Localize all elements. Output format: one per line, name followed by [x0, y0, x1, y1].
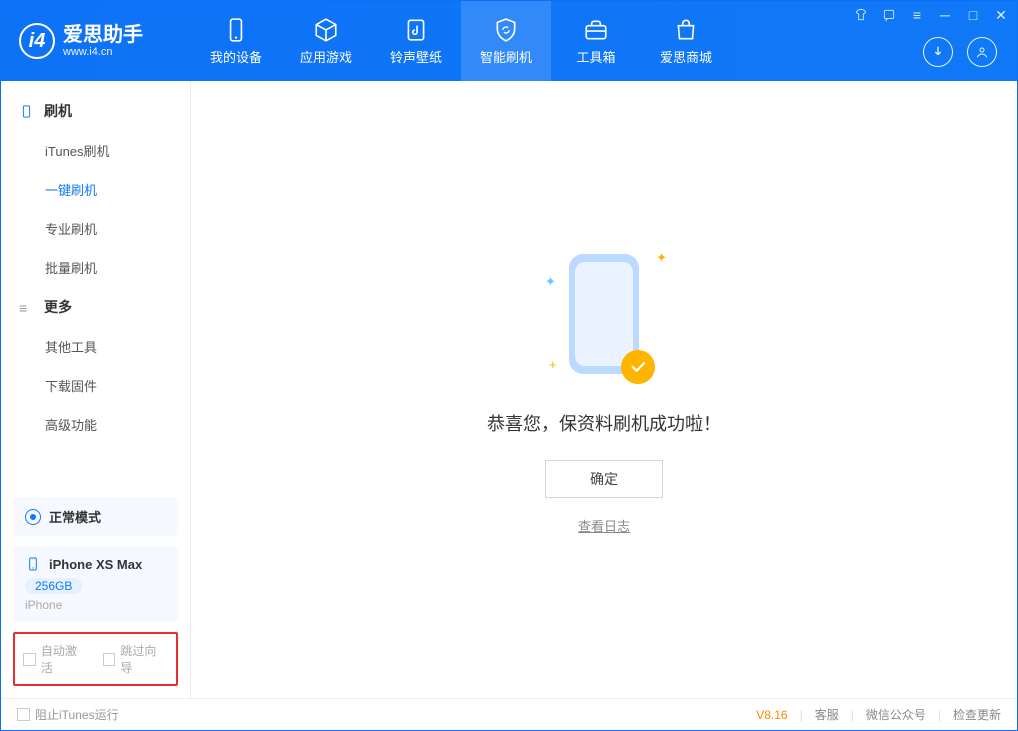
cube-icon: [313, 17, 339, 43]
sidebar: 刷机 iTunes刷机 一键刷机 专业刷机 批量刷机 ≡ 更多 其他工具 下载固…: [1, 81, 191, 698]
checkbox-icon: [103, 653, 116, 666]
toolbox-icon: [583, 17, 609, 43]
nav-apps[interactable]: 应用游戏: [281, 1, 371, 81]
header-right-icons: [923, 37, 997, 67]
success-message: 恭喜您，保资料刷机成功啦！: [487, 410, 721, 436]
sidebar-list: 刷机 iTunes刷机 一键刷机 专业刷机 批量刷机 ≡ 更多 其他工具 下载固…: [1, 81, 190, 487]
nav-ringtones[interactable]: 铃声壁纸: [371, 1, 461, 81]
download-icon: [930, 44, 946, 60]
top-nav: 我的设备 应用游戏 铃声壁纸 智能刷机 工具箱 爱思商城: [191, 1, 731, 81]
sidebar-item-batch-flash[interactable]: 批量刷机: [1, 248, 190, 287]
nav-label: 智能刷机: [480, 47, 532, 66]
maximize-button[interactable]: □: [963, 5, 983, 25]
device-box[interactable]: iPhone XS Max 256GB iPhone: [13, 546, 178, 622]
device-storage: 256GB: [25, 578, 82, 594]
auto-activate-checkbox[interactable]: 自动激活: [23, 642, 89, 676]
minimize-button[interactable]: ─: [935, 5, 955, 25]
app-window: i4 爱思助手 www.i4.cn 我的设备 应用游戏 铃声壁纸 智能刷机: [0, 0, 1018, 731]
sidebar-item-advanced[interactable]: 高级功能: [1, 405, 190, 444]
phone-icon: [223, 17, 249, 43]
logo-text: 爱思助手 www.i4.cn: [63, 24, 143, 58]
confirm-button[interactable]: 确定: [545, 460, 663, 498]
skin-icon[interactable]: [851, 5, 871, 25]
sparkle-icon: +: [549, 357, 557, 372]
sidebar-section-more: ≡ 更多: [1, 287, 190, 327]
mode-box[interactable]: 正常模式: [13, 497, 178, 536]
nav-smart-flash[interactable]: 智能刷机: [461, 1, 551, 81]
section-title: 更多: [44, 297, 72, 317]
profile-button[interactable]: [967, 37, 997, 67]
skip-guide-checkbox[interactable]: 跳过向导: [103, 642, 169, 676]
customer-service-link[interactable]: 客服: [815, 706, 839, 723]
footer: 阻止iTunes运行 V8.16 | 客服 | 微信公众号 | 检查更新: [1, 698, 1017, 730]
phone-small-icon: [25, 556, 41, 572]
nav-toolbox[interactable]: 工具箱: [551, 1, 641, 81]
checkbox-label: 自动激活: [41, 642, 89, 676]
checkbox-label: 阻止iTunes运行: [35, 706, 119, 723]
version-label: V8.16: [756, 708, 787, 722]
titlebar: i4 爱思助手 www.i4.cn 我的设备 应用游戏 铃声壁纸 智能刷机: [1, 1, 1017, 81]
sidebar-bottom: 正常模式 iPhone XS Max 256GB iPhone 自动激活: [1, 487, 190, 698]
sidebar-item-oneclick-flash[interactable]: 一键刷机: [1, 170, 190, 209]
nav-label: 铃声壁纸: [390, 47, 442, 66]
checkbox-label: 跳过向导: [120, 642, 168, 676]
check-badge-icon: [621, 350, 655, 384]
download-button[interactable]: [923, 37, 953, 67]
mode-label: 正常模式: [49, 507, 101, 526]
device-type: iPhone: [25, 598, 166, 612]
sidebar-item-itunes-flash[interactable]: iTunes刷机: [1, 131, 190, 170]
check-update-link[interactable]: 检查更新: [953, 706, 1001, 723]
section-title: 刷机: [44, 101, 72, 121]
sparkle-icon: ✦: [545, 274, 556, 290]
sidebar-item-download-firmware[interactable]: 下载固件: [1, 366, 190, 405]
nav-label: 应用游戏: [300, 47, 352, 66]
wechat-link[interactable]: 微信公众号: [866, 706, 926, 723]
sidebar-item-other-tools[interactable]: 其他工具: [1, 327, 190, 366]
logo: i4 爱思助手 www.i4.cn: [1, 23, 191, 59]
window-controls: ≡ ─ □ ✕: [851, 5, 1011, 25]
checkbox-icon: [17, 708, 30, 721]
menu-icon[interactable]: ≡: [907, 5, 927, 25]
shield-refresh-icon: [493, 17, 519, 43]
music-file-icon: [403, 17, 429, 43]
sidebar-section-flash: 刷机: [1, 91, 190, 131]
block-itunes-checkbox[interactable]: 阻止iTunes运行: [17, 706, 119, 723]
logo-icon: i4: [19, 23, 55, 59]
mode-indicator-icon: [25, 509, 41, 525]
nav-label: 爱思商城: [660, 47, 712, 66]
footer-right: V8.16 | 客服 | 微信公众号 | 检查更新: [756, 706, 1001, 723]
body-area: 刷机 iTunes刷机 一键刷机 专业刷机 批量刷机 ≡ 更多 其他工具 下载固…: [1, 81, 1017, 698]
view-log-link[interactable]: 查看日志: [578, 516, 630, 535]
device-icon: [19, 104, 34, 119]
sidebar-item-pro-flash[interactable]: 专业刷机: [1, 209, 190, 248]
nav-label: 工具箱: [576, 47, 615, 66]
checkbox-icon: [23, 653, 36, 666]
device-name: iPhone XS Max: [49, 557, 142, 572]
bag-icon: [673, 17, 699, 43]
close-button[interactable]: ✕: [991, 5, 1011, 25]
nav-my-device[interactable]: 我的设备: [191, 1, 281, 81]
sparkle-icon: ✦: [656, 250, 667, 266]
logo-subtitle: www.i4.cn: [63, 46, 143, 58]
options-box: 自动激活 跳过向导: [13, 632, 178, 686]
feedback-icon[interactable]: [879, 5, 899, 25]
main-content: ✦ ✦ + 恭喜您，保资料刷机成功啦！ 确定 查看日志: [191, 81, 1017, 698]
user-icon: [974, 44, 990, 60]
nav-label: 我的设备: [210, 47, 262, 66]
nav-store[interactable]: 爱思商城: [641, 1, 731, 81]
list-icon: ≡: [19, 300, 34, 315]
logo-title: 爱思助手: [63, 24, 143, 46]
phone-screen-icon: [575, 262, 633, 366]
success-illustration: ✦ ✦ +: [559, 244, 649, 394]
